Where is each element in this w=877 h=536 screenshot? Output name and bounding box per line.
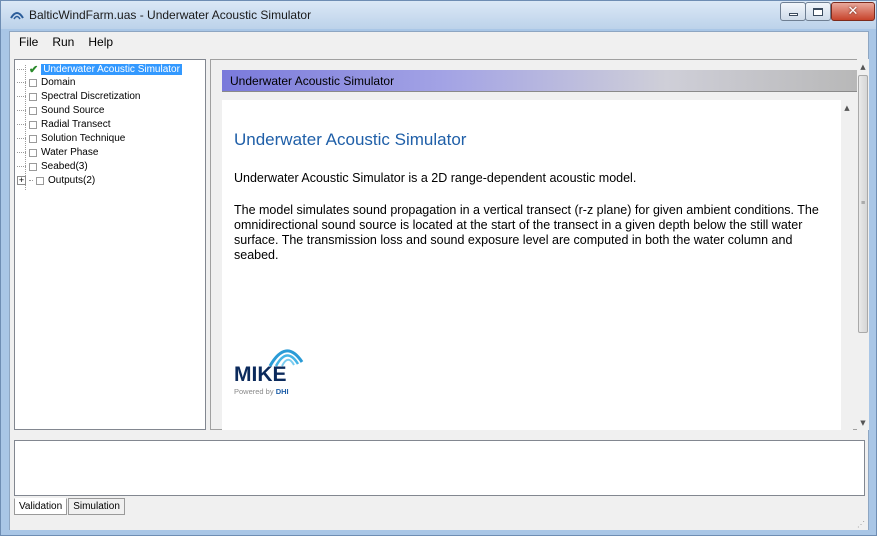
tree-item-solution-technique[interactable]: Solution Technique: [17, 132, 125, 145]
messages-panel[interactable]: [14, 440, 865, 496]
content-header-bar: Underwater Acoustic Simulator: [222, 70, 857, 92]
page-title: Underwater Acoustic Simulator: [234, 130, 467, 149]
window-title: BalticWindFarm.uas - Underwater Acoustic…: [29, 8, 312, 22]
tree-item-label: Sound Source: [41, 105, 105, 116]
tree-item-domain[interactable]: Domain: [17, 76, 75, 89]
tree-item-label: Water Phase: [41, 147, 99, 158]
status-box-icon: [29, 134, 37, 143]
description-box: Underwater Acoustic Simulator Underwater…: [222, 100, 850, 430]
client-area: File Run Help ✔ Underwater Acoustic Simu…: [9, 31, 869, 530]
tree-item-label: Spectral Discretization: [41, 91, 141, 102]
scrollbar-thumb[interactable]: ≡: [858, 75, 868, 333]
app-wave-icon: [10, 12, 24, 20]
tree-item-label: Underwater Acoustic Simulator: [41, 64, 182, 75]
tree-item-water-phase[interactable]: Water Phase: [17, 146, 98, 159]
description-body: The model simulates sound propagation in…: [234, 203, 819, 262]
mike-logo: MIKE Powered by DHI: [234, 340, 324, 400]
menu-run[interactable]: Run: [52, 35, 74, 49]
close-button[interactable]: ✕: [831, 2, 875, 21]
status-box-icon: [29, 78, 37, 87]
content-panel: Underwater Acoustic Simulator Underwater…: [210, 59, 865, 430]
navigation-tree[interactable]: ✔ Underwater Acoustic Simulator Domain S…: [14, 59, 206, 430]
minimize-button[interactable]: [780, 2, 806, 21]
menu-file[interactable]: File: [19, 35, 38, 49]
status-box-icon: [29, 92, 37, 101]
tree-item-underwater-acoustic-simulator[interactable]: ✔ Underwater Acoustic Simulator: [17, 63, 182, 76]
grip-icon: ≡: [861, 200, 866, 207]
tree-item-label: Solution Technique: [41, 133, 126, 144]
status-bar: ⋰: [10, 515, 868, 530]
tab-validation[interactable]: Validation: [14, 498, 68, 515]
scroll-up-icon[interactable]: ▲: [857, 61, 869, 73]
logo-tagline: Powered by DHI: [234, 387, 289, 396]
tree-item-radial-transect[interactable]: Radial Transect: [17, 118, 110, 131]
status-box-icon: [29, 120, 37, 129]
maximize-button[interactable]: [805, 2, 831, 21]
content-scrollbar[interactable]: ▲ ≡ ▼: [857, 59, 869, 430]
checkmark-icon: ✔: [29, 64, 39, 76]
status-box-icon: [36, 176, 44, 185]
title-bar[interactable]: BalticWindFarm.uas - Underwater Acoustic…: [1, 1, 876, 29]
status-box-icon: [29, 162, 37, 171]
scroll-up-icon[interactable]: ▲: [841, 102, 853, 114]
bottom-tabs: Validation Simulation: [14, 498, 126, 515]
tab-simulation[interactable]: Simulation: [68, 498, 125, 515]
logo-wordmark: MIKE: [234, 363, 287, 386]
tree-item-seabed[interactable]: Seabed(3): [17, 160, 88, 173]
tree-item-label: Radial Transect: [41, 119, 111, 130]
minimize-icon: [788, 13, 798, 16]
close-icon: ✕: [847, 4, 859, 19]
content-header-title: Underwater Acoustic Simulator: [230, 74, 395, 88]
expand-plus-icon[interactable]: +: [17, 176, 26, 185]
tree-item-label: Domain: [41, 77, 76, 88]
tree-item-sound-source[interactable]: Sound Source: [17, 104, 104, 117]
tree-item-label: Outputs(2): [48, 175, 96, 186]
description-intro: Underwater Acoustic Simulator is a 2D ra…: [234, 171, 637, 185]
tree-item-spectral-discretization[interactable]: Spectral Discretization: [17, 90, 140, 103]
status-box-icon: [29, 148, 37, 157]
status-box-icon: [29, 106, 37, 115]
tree-item-label: Seabed(3): [41, 161, 88, 172]
menu-help[interactable]: Help: [88, 35, 113, 49]
menu-bar: File Run Help: [10, 32, 868, 52]
maximize-icon: [813, 7, 823, 16]
description-scrollbar[interactable]: ▲: [841, 100, 853, 430]
tree-item-outputs[interactable]: + Outputs(2): [17, 174, 95, 187]
resize-grip-icon[interactable]: ⋰: [857, 520, 865, 529]
scroll-down-icon[interactable]: ▼: [857, 417, 869, 429]
app-window: BalticWindFarm.uas - Underwater Acoustic…: [0, 0, 877, 536]
